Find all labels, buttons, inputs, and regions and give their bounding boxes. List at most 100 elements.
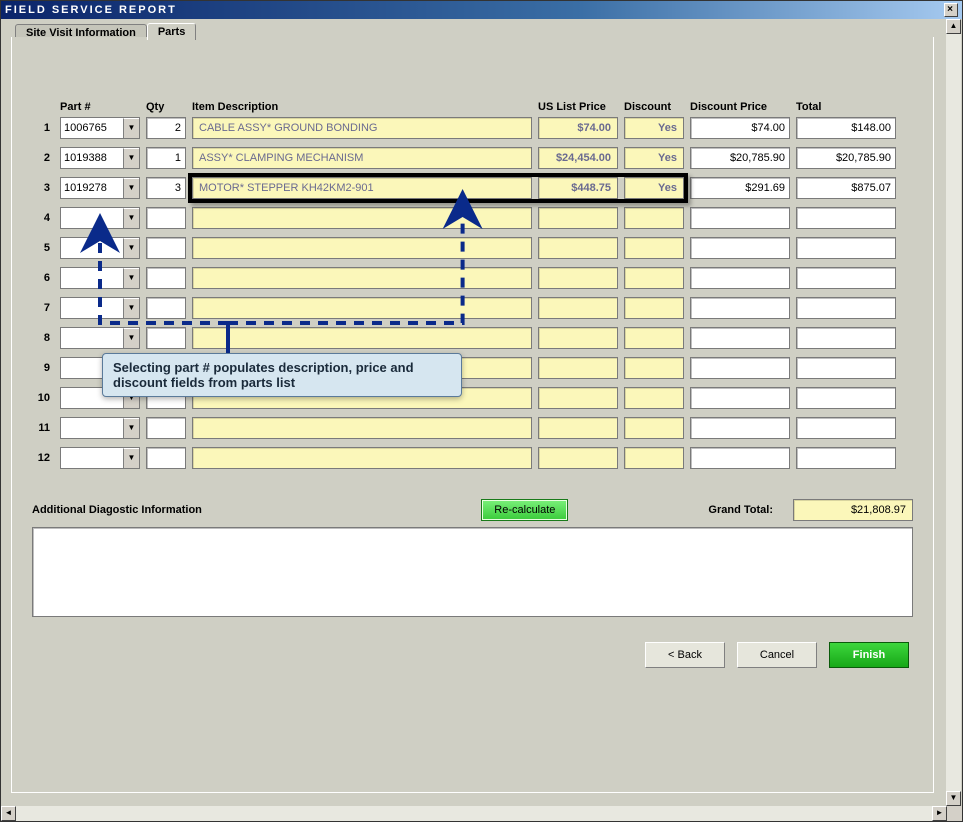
part-input[interactable] bbox=[61, 298, 123, 318]
vscroll-track[interactable] bbox=[946, 34, 961, 791]
row-total-input[interactable] bbox=[796, 357, 896, 379]
qty-input[interactable] bbox=[146, 267, 186, 289]
scroll-right-button[interactable]: ► bbox=[932, 806, 947, 821]
row-number: 3 bbox=[32, 182, 54, 194]
discount-price-input[interactable] bbox=[690, 147, 790, 169]
discount-price-input[interactable] bbox=[690, 387, 790, 409]
chevron-down-icon[interactable]: ▼ bbox=[123, 238, 139, 258]
part-input[interactable] bbox=[61, 268, 123, 288]
qty-input[interactable] bbox=[146, 177, 186, 199]
discount-flag bbox=[624, 237, 684, 259]
qty-input[interactable] bbox=[146, 297, 186, 319]
qty-input[interactable] bbox=[146, 447, 186, 469]
scroll-left-button[interactable]: ◄ bbox=[1, 806, 16, 821]
item-description bbox=[192, 207, 532, 229]
main-panel: Part # Qty Item Description US List Pric… bbox=[11, 37, 934, 793]
item-description: CABLE ASSY* GROUND BONDING bbox=[192, 117, 532, 139]
part-combo[interactable]: ▼ bbox=[60, 267, 140, 289]
discount-price-input[interactable] bbox=[690, 237, 790, 259]
row-number: 9 bbox=[32, 362, 54, 374]
body-area: Site Visit Information Parts Part # Qty … bbox=[1, 19, 962, 821]
row-total-input[interactable] bbox=[796, 177, 896, 199]
tab-parts[interactable]: Parts bbox=[147, 23, 197, 40]
part-input[interactable] bbox=[61, 118, 123, 138]
qty-input[interactable] bbox=[146, 207, 186, 229]
discount-price-input[interactable] bbox=[690, 357, 790, 379]
part-input[interactable] bbox=[61, 148, 123, 168]
row-total-input[interactable] bbox=[796, 387, 896, 409]
back-button[interactable]: < Back bbox=[645, 642, 725, 668]
chevron-down-icon[interactable]: ▼ bbox=[123, 118, 139, 138]
row-number: 10 bbox=[32, 392, 54, 404]
chevron-down-icon[interactable]: ▼ bbox=[123, 448, 139, 468]
qty-input[interactable] bbox=[146, 327, 186, 349]
discount-price-input[interactable] bbox=[690, 177, 790, 199]
item-description: MOTOR* STEPPER KH42KM2-901 bbox=[192, 177, 532, 199]
chevron-down-icon[interactable]: ▼ bbox=[123, 328, 139, 348]
part-input[interactable] bbox=[61, 178, 123, 198]
part-combo[interactable]: ▼ bbox=[60, 207, 140, 229]
discount-price-input[interactable] bbox=[690, 327, 790, 349]
col-desc: Item Description bbox=[192, 101, 532, 117]
row-total-input[interactable] bbox=[796, 417, 896, 439]
scroll-down-button[interactable]: ▼ bbox=[946, 791, 961, 806]
discount-price-input[interactable] bbox=[690, 117, 790, 139]
row-total-input[interactable] bbox=[796, 207, 896, 229]
discount-price-input[interactable] bbox=[690, 267, 790, 289]
part-input[interactable] bbox=[61, 208, 123, 228]
grand-total-value: $21,808.97 bbox=[793, 499, 913, 521]
part-combo[interactable]: ▼ bbox=[60, 237, 140, 259]
row-total-input[interactable] bbox=[796, 297, 896, 319]
part-input[interactable] bbox=[61, 238, 123, 258]
finish-button[interactable]: Finish bbox=[829, 642, 909, 668]
row-total-input[interactable] bbox=[796, 327, 896, 349]
hscroll-track[interactable] bbox=[16, 806, 932, 821]
part-combo[interactable]: ▼ bbox=[60, 117, 140, 139]
item-description bbox=[192, 237, 532, 259]
chevron-down-icon[interactable]: ▼ bbox=[123, 418, 139, 438]
col-part: Part # bbox=[60, 101, 140, 117]
discount-price-input[interactable] bbox=[690, 297, 790, 319]
part-input[interactable] bbox=[61, 418, 123, 438]
qty-input[interactable] bbox=[146, 147, 186, 169]
chevron-down-icon[interactable]: ▼ bbox=[123, 298, 139, 318]
list-price bbox=[538, 447, 618, 469]
part-combo[interactable]: ▼ bbox=[60, 147, 140, 169]
col-dprice: Discount Price bbox=[690, 101, 790, 117]
qty-input[interactable] bbox=[146, 237, 186, 259]
qty-input[interactable] bbox=[146, 117, 186, 139]
list-price: $24,454.00 bbox=[538, 147, 618, 169]
resize-grip[interactable] bbox=[947, 806, 962, 821]
part-combo[interactable]: ▼ bbox=[60, 177, 140, 199]
part-input[interactable] bbox=[61, 328, 123, 348]
cancel-button[interactable]: Cancel bbox=[737, 642, 817, 668]
discount-price-input[interactable] bbox=[690, 207, 790, 229]
app-window: FIELD SERVICE REPORT × Site Visit Inform… bbox=[0, 0, 963, 822]
chevron-down-icon[interactable]: ▼ bbox=[123, 208, 139, 228]
row-total-input[interactable] bbox=[796, 147, 896, 169]
recalculate-button[interactable]: Re-calculate bbox=[481, 499, 568, 521]
part-combo[interactable]: ▼ bbox=[60, 447, 140, 469]
discount-price-input[interactable] bbox=[690, 447, 790, 469]
part-combo[interactable]: ▼ bbox=[60, 327, 140, 349]
discount-flag bbox=[624, 417, 684, 439]
chevron-down-icon[interactable]: ▼ bbox=[123, 148, 139, 168]
qty-input[interactable] bbox=[146, 417, 186, 439]
list-price: $448.75 bbox=[538, 177, 618, 199]
part-combo[interactable]: ▼ bbox=[60, 297, 140, 319]
row-total-input[interactable] bbox=[796, 237, 896, 259]
part-combo[interactable]: ▼ bbox=[60, 417, 140, 439]
part-input[interactable] bbox=[61, 448, 123, 468]
row-total-input[interactable] bbox=[796, 447, 896, 469]
close-icon[interactable]: × bbox=[944, 3, 958, 17]
discount-price-input[interactable] bbox=[690, 417, 790, 439]
discount-flag bbox=[624, 327, 684, 349]
chevron-down-icon[interactable]: ▼ bbox=[123, 178, 139, 198]
row-total-input[interactable] bbox=[796, 267, 896, 289]
scroll-up-button[interactable]: ▲ bbox=[946, 19, 961, 34]
item-description: ASSY* CLAMPING MECHANISM bbox=[192, 147, 532, 169]
chevron-down-icon[interactable]: ▼ bbox=[123, 268, 139, 288]
item-description bbox=[192, 267, 532, 289]
row-total-input[interactable] bbox=[796, 117, 896, 139]
diagnostic-textarea[interactable] bbox=[32, 527, 913, 617]
